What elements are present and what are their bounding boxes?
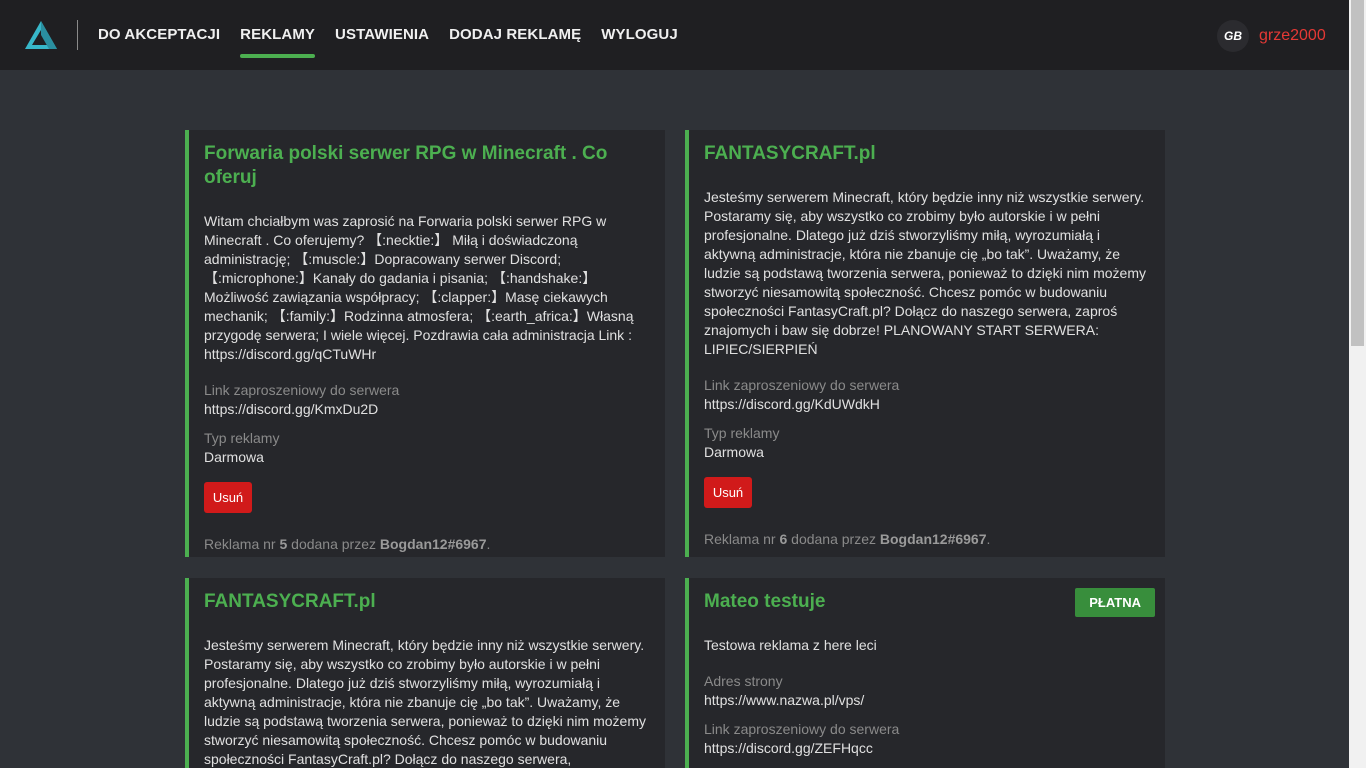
ad-type-label: Typ reklamy: [704, 425, 780, 441]
ad-author: Bogdan12#6967: [379, 536, 487, 552]
ad-type-label: Typ reklamy: [204, 430, 280, 446]
paid-badge: PŁATNA: [1075, 588, 1155, 617]
nav-link-wyloguj[interactable]: WYLOGUJ: [601, 0, 678, 70]
top-navbar: DO AKCEPTACJI REKLAMY USTAWIENIA DODAJ R…: [0, 0, 1349, 70]
ad-type-value: Darmowa: [204, 449, 264, 465]
ad-card: FANTASYCRAFT.pl Jesteśmy serwerem Minecr…: [185, 578, 665, 768]
footer-mid: dodana przez: [787, 531, 880, 547]
ad-card: FANTASYCRAFT.pl Jesteśmy serwerem Minecr…: [685, 130, 1165, 557]
ad-author: Bogdan12#6967: [879, 531, 987, 547]
delete-button[interactable]: Usuń: [204, 482, 252, 513]
ad-title: Forwaria polski serwer RPG w Minecraft .…: [204, 143, 608, 188]
nav-divider: [77, 20, 78, 50]
scrollbar-thumb[interactable]: [1351, 0, 1364, 346]
ad-card: Forwaria polski serwer RPG w Minecraft .…: [185, 130, 665, 557]
ad-title: FANTASYCRAFT.pl: [704, 143, 876, 164]
avatar[interactable]: GB: [1217, 20, 1249, 52]
footer-suffix: .: [986, 531, 991, 547]
ad-footer: Reklama nr 6 dodana przez Bogdan12#6967.: [704, 530, 1149, 559]
ad-type-value: Darmowa: [704, 444, 764, 460]
invite-link-label: Link zaproszeniowy do serwera: [704, 721, 900, 737]
footer-prefix: Reklama nr: [704, 531, 780, 547]
ad-description: Jesteśmy serwerem Minecraft, który będzi…: [704, 189, 1146, 357]
footer-prefix: Reklama nr: [204, 536, 280, 552]
ad-card: Mateo testuje PŁATNA Testowa reklama z h…: [685, 578, 1165, 768]
nav-link-ustawienia[interactable]: USTAWIENIA: [335, 0, 429, 70]
page-scrollbar[interactable]: [1349, 0, 1366, 768]
nav-link-dodaj-reklame[interactable]: DODAJ REKLAMĘ: [449, 0, 581, 70]
delete-button[interactable]: Usuń: [704, 477, 752, 508]
nav-link-reklamy[interactable]: REKLAMY: [240, 0, 315, 70]
footer-suffix: .: [486, 536, 491, 552]
user-menu[interactable]: GB grze2000: [1217, 20, 1326, 52]
website-value: https://www.nazwa.pl/vps/: [704, 692, 865, 708]
ad-footer: Reklama nr 5 dodana przez Bogdan12#6967.: [204, 535, 649, 564]
invite-link-value: https://discord.gg/KmxDu2D: [204, 401, 379, 417]
footer-mid: dodana przez: [287, 536, 380, 552]
nav-link-do-akceptacji[interactable]: DO AKCEPTACJI: [98, 0, 220, 70]
ad-description: Testowa reklama z here leci: [704, 637, 877, 653]
username[interactable]: grze2000: [1259, 27, 1326, 45]
website-label: Adres strony: [704, 673, 783, 689]
ad-description: Witam chciałbym was zaprosić na Forwaria…: [204, 213, 634, 362]
invite-link-label: Link zaproszeniowy do serwera: [204, 382, 400, 398]
logo-icon[interactable]: [24, 20, 58, 50]
invite-link-value: https://discord.gg/ZEFHqcc: [704, 740, 873, 756]
ad-title: FANTASYCRAFT.pl: [204, 591, 376, 612]
invite-link-value: https://discord.gg/KdUWdkH: [704, 396, 880, 412]
ad-description: Jesteśmy serwerem Minecraft, który będzi…: [204, 637, 646, 767]
invite-link-label: Link zaproszeniowy do serwera: [704, 377, 900, 393]
nav-links: DO AKCEPTACJI REKLAMY USTAWIENIA DODAJ R…: [98, 0, 698, 70]
